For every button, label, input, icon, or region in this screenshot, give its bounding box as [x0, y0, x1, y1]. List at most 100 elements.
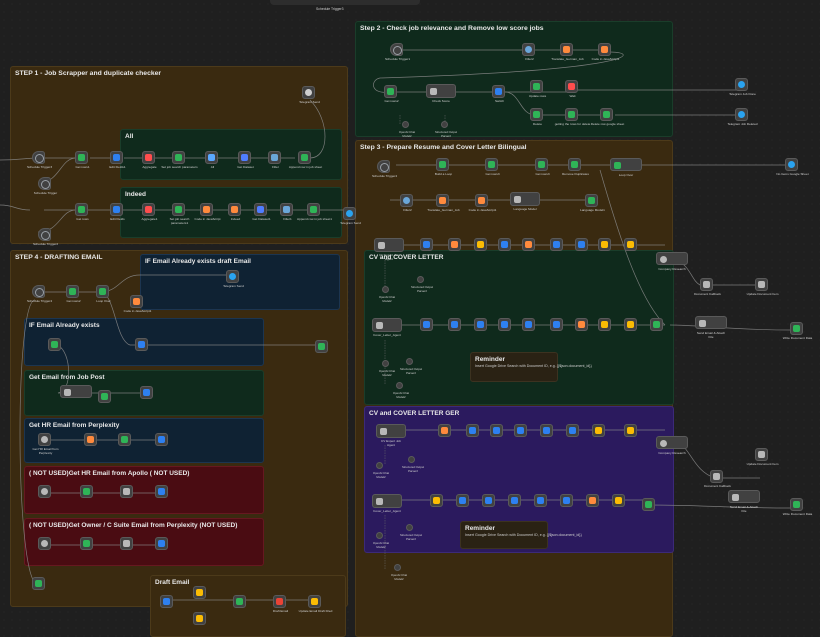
node-draft-drive-1[interactable]	[193, 586, 206, 599]
node-if-email-exists[interactable]	[48, 338, 61, 351]
node-owner-search[interactable]	[38, 537, 51, 550]
node-ger-cv-7[interactable]	[592, 424, 605, 437]
parser-subnode-ger-cv[interactable]: Structured Output Parser2	[402, 456, 424, 473]
node-cl-step-2[interactable]	[448, 318, 461, 331]
node-code-js-2[interactable]: Code in JavaScript1	[469, 194, 496, 212]
node-cl-step-3[interactable]	[474, 318, 487, 331]
node-edit-fields[interactable]: Edit Fields	[110, 203, 125, 221]
node-cl-step-5[interactable]	[522, 318, 535, 331]
node-append-row[interactable]: Append row in job sheet	[289, 151, 322, 169]
node-document-callback-ger[interactable]: Document Callback	[704, 470, 731, 488]
node-cv-step-6[interactable]	[550, 238, 563, 251]
node-cv-step-8[interactable]	[598, 238, 611, 251]
node-ger-cl-5[interactable]	[534, 494, 547, 507]
parser-subnode-cl[interactable]: Structured Output Parser2	[400, 358, 422, 375]
node-cv-step-1[interactable]	[420, 238, 433, 251]
node-schedule-trigger[interactable]: Schedule Trigger	[34, 177, 57, 195]
node-translate-german[interactable]: Translate_German_Job	[551, 43, 584, 61]
node-hr-parse[interactable]	[84, 433, 97, 446]
node-telegram-send[interactable]: Telegram Send	[340, 207, 361, 225]
node-aggregate[interactable]: Aggregate	[142, 151, 157, 169]
node-telegram-top[interactable]: Telegram Send	[299, 86, 320, 104]
node-apollo-set[interactable]	[155, 485, 168, 498]
node-get-rows-2[interactable]: Get rows2	[384, 85, 399, 103]
node-send-email-attach[interactable]: Send Email & Attach File	[695, 316, 727, 338]
node-wait[interactable]: Wait	[565, 80, 578, 98]
node-get-rows-1[interactable]: Get rows1	[75, 151, 90, 169]
node-telegram-job-deleted[interactable]: Telegram Job Deleted	[727, 108, 758, 126]
node-filter[interactable]: Filter	[268, 151, 281, 169]
node-schedule-trigger-4[interactable]: Schedule Trigger4	[372, 160, 397, 178]
node-cv-expert-agent[interactable]: CV Expert Job Agent	[374, 238, 404, 260]
node-code-step4[interactable]: Code in JavaScript1	[124, 295, 151, 313]
node-apollo-if[interactable]	[80, 485, 93, 498]
node-check-score[interactable]: Check Score	[426, 84, 456, 103]
node-cv-step-2[interactable]	[448, 238, 461, 251]
node-cl-step-7[interactable]	[575, 318, 588, 331]
node-owner-get[interactable]	[120, 537, 133, 550]
node-ger-cl-3[interactable]	[482, 494, 495, 507]
node-set-email[interactable]	[140, 386, 153, 399]
openai-subnode-ger-cl-2[interactable]: OpenAI Chat Model2	[391, 564, 407, 581]
node-schedule-trigger-1[interactable]: Schedule Trigger1	[385, 43, 410, 61]
node-translate-german-2[interactable]: Translate_German_Job	[427, 194, 460, 212]
workflow-canvas[interactable]: Schedule Trigger3 STEP 1 - Job Scrapper …	[0, 0, 820, 637]
node-ger-cv-3[interactable]	[490, 424, 503, 437]
node-apollo-search[interactable]	[38, 485, 51, 498]
node-ger-cv-1[interactable]	[438, 424, 451, 437]
node-cv-step-7[interactable]	[575, 238, 588, 251]
node-company-research[interactable]: Company Research	[656, 252, 688, 271]
node-append-row-1[interactable]: Append row in job sheet1	[297, 203, 332, 221]
node-cl-step-8[interactable]	[598, 318, 611, 331]
node-build-loop[interactable]: Build a Loop	[435, 158, 452, 176]
node-draft-drive-2[interactable]	[193, 612, 206, 625]
node-cv-expert-agent-ger[interactable]: CV Expert Job Agent	[376, 424, 406, 446]
openai-subnode-cl-2[interactable]: OpenAI Chat Model2	[393, 382, 409, 399]
node-update-document[interactable]: Update Document Item	[747, 278, 778, 296]
node-draft-merge[interactable]	[233, 595, 246, 608]
node-update-rows[interactable]: Update rows	[529, 80, 546, 98]
node-schedule-trigger-step4[interactable]: Schedule Trigger4	[27, 285, 52, 303]
node-code-js-1[interactable]: Code in JavaScript1	[592, 43, 619, 61]
node-ger-cl-4[interactable]	[508, 494, 521, 507]
node-merge-email[interactable]	[315, 340, 328, 353]
node-delete-row-sheet[interactable]: Delete row google sheet	[591, 108, 624, 126]
node-telegram-step4[interactable]: Telegram Send	[223, 270, 244, 288]
node-ger-cl-9[interactable]	[642, 498, 655, 511]
node-cover-letter-agent[interactable]: Cover_Letter_Agent	[372, 318, 402, 337]
node-switch[interactable]: Switch	[492, 85, 505, 103]
node-get-rows-step4[interactable]: Get rows2	[66, 285, 81, 303]
node-language-model[interactable]: Language Model	[510, 192, 540, 211]
node-get-dataset-1[interactable]: Get Dataset1	[252, 203, 271, 221]
node-update-email-draft[interactable]: Update Email Draft Filed	[299, 595, 332, 613]
node-ger-cl-8[interactable]	[612, 494, 625, 507]
node-cover-letter-agent-ger[interactable]: Cover_Letter_Agent	[372, 494, 402, 513]
node-ger-cv-4[interactable]	[514, 424, 527, 437]
openai-subnode-ger-cl[interactable]: OpenAI Chat Model2	[373, 532, 389, 549]
node-cl-step-4[interactable]	[498, 318, 511, 331]
node-aggregate-1[interactable]: Aggregate1	[142, 203, 158, 221]
node-ger-cl-6[interactable]	[560, 494, 573, 507]
node-ger-cl-1[interactable]	[430, 494, 443, 507]
node-schedule-trigger-3[interactable]: Schedule Trigger3	[27, 151, 52, 169]
node-ger-cv-8[interactable]	[624, 424, 637, 437]
node-update-document-ger[interactable]: Update Document Item	[747, 448, 778, 466]
node-telegram-job-done[interactable]: Telegram Job Done	[729, 78, 756, 96]
node-cv-step-3[interactable]	[474, 238, 487, 251]
node-update-sheet-step4[interactable]	[32, 577, 45, 590]
node-company-research-ger[interactable]: Company Research	[656, 436, 688, 455]
node-no-items[interactable]: No Items Google Sheet	[776, 158, 809, 176]
node-delete[interactable]: Delete	[530, 108, 543, 126]
node-all-apify[interactable]: All	[205, 151, 218, 169]
node-ger-cv-6[interactable]	[566, 424, 579, 437]
node-write-document-ger[interactable]: Write Document Data	[783, 498, 812, 516]
node-get-rows-3[interactable]: Get rows3	[485, 158, 500, 176]
node-ger-cl-2[interactable]	[456, 494, 469, 507]
openai-subnode-ger-cv[interactable]: OpenAI Chat Model2	[373, 462, 389, 479]
node-get-dataset[interactable]: Get Dataset	[237, 151, 254, 169]
node-get-rows[interactable]: Get rows	[75, 203, 89, 221]
node-cl-step-10[interactable]	[650, 318, 663, 331]
node-filter-1[interactable]: Filter1	[280, 203, 293, 221]
parser-subnode[interactable]: Structured Output Parser2	[435, 121, 457, 138]
node-write-document[interactable]: Write Document Data	[783, 322, 812, 340]
